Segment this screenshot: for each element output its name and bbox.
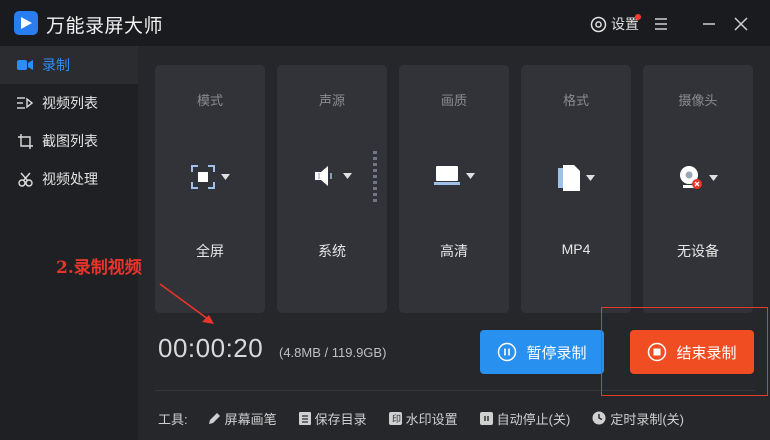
auto-stop-icon [479,411,493,425]
card-value: 无设备 [677,243,719,259]
tool-screen-pen[interactable]: 屏幕画笔 [208,409,277,428]
tool-watermark[interactable]: 印 水印设置 [388,409,458,428]
tool-auto-stop[interactable]: 自动停止(关) [479,409,571,428]
fullscreen-icon [190,165,215,189]
sidebar-item-label: 录制 [42,57,70,73]
sidebar-item-video-edit[interactable]: 视频处理 [0,160,138,198]
sidebar-item-record[interactable]: 录制 [0,46,138,84]
card-value: 系统 [318,243,346,259]
settings-cards: 模式 全屏 声源 系统 画质 高清 格式 MP4 摄像头 无设备 [155,65,753,313]
screenshot-list-icon [16,132,34,150]
tools-bar: 工具: 屏幕画笔 保存目录 印 水印设置 自动停止(关) 定时录制(关) [158,408,706,428]
sidebar-item-label: 视频列表 [42,95,98,111]
webcam-icon [679,166,702,189]
card-title: 模式 [196,93,223,108]
stop-icon [648,342,667,362]
card-audio-source[interactable]: 声源 系统 [277,65,387,313]
minimize-button[interactable] [700,15,718,33]
tutorial-annotation: 2.录制视频 [56,258,142,278]
card-value: 高清 [440,243,468,259]
card-quality[interactable]: 画质 高清 [399,65,509,313]
menu-icon [655,18,667,30]
monitor-icon [433,166,460,185]
title-bar: 万能录屏大师 设置 [0,0,770,46]
tool-label: 屏幕画笔 [224,411,277,427]
gear-icon [590,16,607,32]
tool-label: 自动停止(关) [496,411,571,427]
card-webcam[interactable]: 摄像头 无设备 [643,65,753,313]
main-panel: 模式 全屏 声源 系统 画质 高清 格式 MP4 摄像头 无设备 00:00:2… [138,46,770,440]
tool-label: 水印设置 [405,411,458,427]
divider [155,390,755,391]
stop-label: 结束录制 [676,344,737,362]
notification-dot [635,14,641,20]
card-format[interactable]: 格式 MP4 [521,65,631,313]
tool-label: 定时录制(关) [610,411,685,427]
pause-label: 暂停录制 [526,344,587,362]
minimize-icon [703,23,715,25]
folder-icon [298,411,311,425]
tool-label: 保存目录 [314,411,367,427]
volume-meter [373,151,377,207]
clock-icon [592,411,606,425]
app-logo-icon [14,11,38,35]
chevron-down-icon [342,173,352,179]
svg-text:印: 印 [392,413,401,425]
speaker-icon [314,166,332,186]
card-title: 声源 [318,93,345,108]
chevron-down-icon [585,175,595,181]
video-edit-icon [16,170,34,188]
sidebar-item-label: 截图列表 [42,133,98,149]
sidebar-item-label: 视频处理 [42,171,98,187]
stop-recording-button[interactable]: 结束录制 [630,330,754,374]
sidebar-item-screenshot-list[interactable]: 截图列表 [0,122,138,160]
card-value: 全屏 [196,243,224,259]
card-title: 格式 [562,93,589,108]
sidebar: 录制 视频列表 截图列表 视频处理 [0,46,138,440]
close-icon [734,17,748,31]
pen-icon [208,412,220,424]
card-title: 摄像头 [678,93,718,108]
chevron-down-icon [465,173,475,179]
app-title: 万能录屏大师 [46,16,164,37]
chevron-down-icon [708,175,718,181]
chevron-down-icon [220,174,230,180]
file-size-info: (4.8MB / 119.9GB) [279,345,387,360]
recording-timer: 00:00:20 [158,333,264,363]
settings-button[interactable]: 设置 [590,13,641,35]
card-mode[interactable]: 模式 全屏 [155,65,265,313]
menu-button[interactable] [652,15,670,33]
tool-scheduled-recording[interactable]: 定时录制(关) [592,409,684,428]
close-button[interactable] [732,15,750,33]
file-icon [557,165,580,191]
pause-recording-button[interactable]: 暂停录制 [480,330,604,374]
video-list-icon [16,94,34,112]
watermark-icon: 印 [388,411,402,425]
card-title: 画质 [440,93,467,108]
tool-save-folder[interactable]: 保存目录 [298,409,367,428]
annotation-arrow-icon [159,283,214,324]
video-camera-icon [16,56,34,74]
card-value: MP4 [561,241,591,257]
pause-icon [498,342,517,362]
tools-label: 工具: [158,411,188,427]
sidebar-item-video-list[interactable]: 视频列表 [0,84,138,122]
